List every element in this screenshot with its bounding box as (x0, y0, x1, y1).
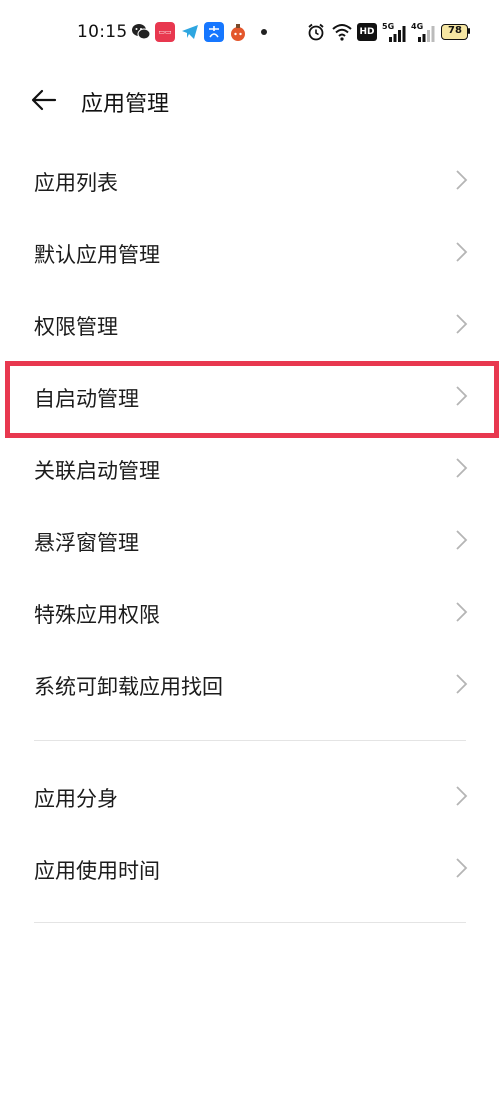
hd-icon: HD (357, 23, 377, 41)
more-notifications-dot (261, 29, 267, 35)
signal-5g-icon: 5G (382, 22, 406, 42)
list-item-app-clone[interactable]: 应用分身 (0, 760, 500, 832)
list-item-label: 默认应用管理 (34, 243, 160, 267)
list-item-label: 悬浮窗管理 (34, 531, 139, 555)
chevron-right-icon (456, 386, 468, 406)
list-item-associated-start[interactable]: 关联启动管理 (0, 432, 500, 504)
page-title: 应用管理 (81, 92, 170, 117)
list-item-label: 应用使用时间 (34, 859, 160, 883)
chevron-right-icon (456, 530, 468, 550)
signal-4g-icon: 4G (411, 22, 435, 42)
list-item-label: 系统可卸载应用找回 (34, 675, 223, 699)
list-item-label: 自启动管理 (34, 387, 139, 411)
list-item-floating-window[interactable]: 悬浮窗管理 (0, 504, 500, 576)
chevron-right-icon (456, 314, 468, 334)
battery-level: 78 (448, 25, 462, 36)
list-item-label: 关联启动管理 (34, 459, 160, 483)
section-divider (34, 740, 466, 741)
list-item-special-permissions[interactable]: 特殊应用权限 (0, 576, 500, 648)
list-item-default-apps[interactable]: 默认应用管理 (0, 216, 500, 288)
chevron-right-icon (456, 858, 468, 878)
list-item-uninstallable-recovery[interactable]: 系统可卸载应用找回 (0, 648, 500, 720)
list-item-auto-start[interactable]: 自启动管理 (0, 360, 500, 432)
list-item-label: 应用分身 (34, 787, 118, 811)
chevron-right-icon (456, 786, 468, 806)
wechat-icon (132, 24, 151, 40)
alipay-icon (204, 22, 224, 42)
back-arrow-icon[interactable] (30, 86, 58, 114)
list-item-label: 应用列表 (34, 171, 118, 195)
list-item-label: 权限管理 (34, 315, 118, 339)
chevron-right-icon (456, 674, 468, 694)
chevron-right-icon (456, 458, 468, 478)
status-time: 10:15 (77, 22, 128, 42)
wifi-icon (332, 24, 352, 41)
chevron-right-icon (456, 170, 468, 190)
telegram-icon (182, 25, 198, 39)
list-item-permissions[interactable]: 权限管理 (0, 288, 500, 360)
game-app-icon (231, 24, 245, 41)
battery-icon: 78 (441, 24, 471, 40)
chevron-right-icon (456, 602, 468, 622)
chevron-right-icon (456, 242, 468, 262)
alarm-icon (308, 23, 324, 41)
app-bar: 应用管理 (0, 66, 500, 136)
status-bar: 10:15 ▭▭ HD 5G 4G 78 (0, 0, 500, 66)
shopping-app-icon: ▭▭ (155, 22, 175, 42)
section-divider (34, 922, 466, 923)
hd-label: HD (359, 27, 375, 37)
list-item-usage-time[interactable]: 应用使用时间 (0, 832, 500, 904)
list-item-app-list[interactable]: 应用列表 (0, 144, 500, 216)
list-item-label: 特殊应用权限 (34, 603, 160, 627)
